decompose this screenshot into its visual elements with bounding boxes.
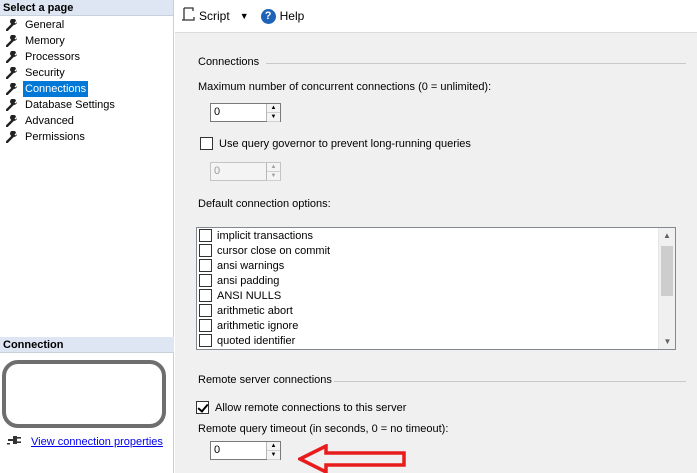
wrench-icon [6, 51, 20, 63]
spin-up-icon[interactable]: ▲ [267, 442, 280, 451]
select-page-header: Select a page [0, 0, 173, 16]
wrench-icon [6, 19, 20, 31]
default-options-label: Default connection options: [198, 198, 331, 210]
wrench-icon [6, 83, 20, 95]
query-governor-row: Use query governor to prevent long-runni… [200, 137, 471, 150]
script-icon [181, 7, 195, 25]
page-item-security[interactable]: Security [0, 65, 173, 81]
wrench-icon [6, 131, 20, 143]
page-item-general[interactable]: General [0, 17, 173, 33]
page-item-connections[interactable]: Connections [0, 81, 173, 97]
chevron-down-icon[interactable]: ▼ [240, 11, 249, 21]
view-connection-properties-link[interactable]: View connection properties [31, 436, 163, 448]
page-item-processors[interactable]: Processors [0, 49, 173, 65]
list-item[interactable]: arithmetic abort [197, 303, 657, 318]
connections-section-title: Connections [198, 56, 260, 68]
help-icon: ? [260, 8, 276, 24]
option-checkbox[interactable] [199, 259, 212, 272]
page-list: General Memory Processors Security Conne… [0, 16, 173, 145]
wrench-icon [6, 35, 20, 47]
query-governor-checkbox[interactable] [200, 137, 213, 150]
option-checkbox[interactable] [199, 334, 212, 347]
wrench-icon [6, 115, 20, 127]
option-checkbox[interactable] [199, 274, 212, 287]
allow-remote-row: Allow remote connections to this server [196, 401, 406, 414]
list-item[interactable]: arithmetic ignore [197, 318, 657, 333]
query-governor-label: Use query governor to prevent long-runni… [219, 137, 471, 150]
toolbar: Script ▼ ? Help [175, 0, 697, 33]
option-checkbox[interactable] [199, 304, 212, 317]
page-item-database-settings[interactable]: Database Settings [0, 97, 173, 113]
scrollbar-thumb[interactable] [661, 246, 673, 296]
options-scrollbar[interactable]: ▲ ▼ [658, 228, 675, 349]
page-item-permissions[interactable]: Permissions [0, 129, 173, 145]
scroll-down-icon[interactable]: ▼ [659, 334, 675, 349]
option-checkbox[interactable] [199, 319, 212, 332]
section-divider [334, 381, 686, 382]
remote-section-title: Remote server connections [198, 374, 332, 386]
spin-up-icon[interactable]: ▲ [267, 104, 280, 113]
query-governor-value: 0 [214, 165, 221, 177]
wrench-icon [6, 67, 20, 79]
script-button[interactable]: Script ▼ [181, 7, 255, 25]
list-item[interactable]: ansi warnings [197, 258, 657, 273]
default-options-list[interactable]: implicit transactions cursor close on co… [196, 227, 676, 350]
right-pane: Script ▼ ? Help Connections Maximum numb… [175, 0, 697, 473]
spin-up-icon: ▲ [267, 163, 280, 172]
query-governor-spinner: 0 ▲ ▼ [210, 162, 281, 181]
wrench-icon [6, 99, 20, 111]
list-item[interactable]: implicit transactions [197, 228, 657, 243]
spin-down-icon: ▼ [267, 172, 280, 181]
plug-icon [7, 433, 23, 450]
annotation-arrow-icon [298, 444, 406, 473]
connection-link-row: View connection properties [7, 433, 163, 450]
list-item[interactable]: ansi padding [197, 273, 657, 288]
connection-header: Connection [0, 337, 174, 353]
spin-down-icon[interactable]: ▼ [267, 113, 280, 122]
list-item[interactable]: cursor close on commit [197, 243, 657, 258]
left-pane: Select a page General Memory Processors … [0, 0, 174, 473]
remote-timeout-spinner[interactable]: 0 ▲ ▼ [210, 441, 281, 460]
page-item-advanced[interactable]: Advanced [0, 113, 173, 129]
option-checkbox[interactable] [199, 244, 212, 257]
max-connections-spinner[interactable]: 0 ▲ ▼ [210, 103, 281, 122]
page-item-memory[interactable]: Memory [0, 33, 173, 49]
allow-remote-checkbox[interactable] [196, 401, 209, 414]
section-divider [266, 63, 686, 64]
spin-down-icon[interactable]: ▼ [267, 451, 280, 460]
list-item[interactable]: quoted identifier [197, 333, 657, 348]
help-button[interactable]: ? Help [260, 8, 304, 24]
max-connections-label: Maximum number of concurrent connections… [198, 81, 492, 93]
max-connections-value[interactable]: 0 [211, 104, 266, 121]
allow-remote-label: Allow remote connections to this server [215, 401, 407, 414]
scroll-up-icon[interactable]: ▲ [659, 228, 675, 243]
list-item[interactable]: ANSI NULLS [197, 288, 657, 303]
option-checkbox[interactable] [199, 289, 212, 302]
timeout-label: Remote query timeout (in seconds, 0 = no… [198, 423, 449, 435]
remote-timeout-value[interactable]: 0 [211, 442, 266, 459]
option-checkbox[interactable] [199, 229, 212, 242]
connection-info-box [2, 360, 166, 428]
